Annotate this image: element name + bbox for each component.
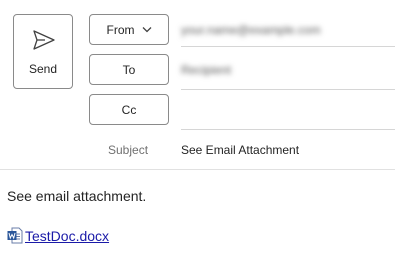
- attachment-link[interactable]: TestDoc.docx: [7, 227, 109, 244]
- attachment-filename: TestDoc.docx: [25, 227, 110, 244]
- from-label: From: [106, 22, 135, 37]
- from-button[interactable]: From: [89, 14, 169, 45]
- word-document-icon: [7, 227, 23, 244]
- header-divider: [0, 169, 395, 170]
- to-label: To: [122, 62, 136, 77]
- to-recipient[interactable]: Recipient: [181, 63, 231, 77]
- cc-button[interactable]: Cc: [89, 94, 169, 125]
- subject-input[interactable]: See Email Attachment: [181, 143, 299, 157]
- from-address: your.name@example.com: [181, 23, 321, 37]
- send-button[interactable]: Send: [13, 14, 73, 89]
- cc-field-divider: [181, 129, 395, 130]
- send-icon: [33, 30, 55, 50]
- message-body[interactable]: See email attachment.: [7, 188, 146, 204]
- subject-label: Subject: [108, 143, 149, 157]
- cc-label: Cc: [121, 102, 137, 117]
- to-field-divider: [181, 89, 395, 90]
- to-button[interactable]: To: [89, 54, 169, 85]
- from-field-divider: [181, 46, 395, 47]
- chevron-down-icon: [142, 27, 151, 33]
- send-label: Send: [28, 62, 58, 76]
